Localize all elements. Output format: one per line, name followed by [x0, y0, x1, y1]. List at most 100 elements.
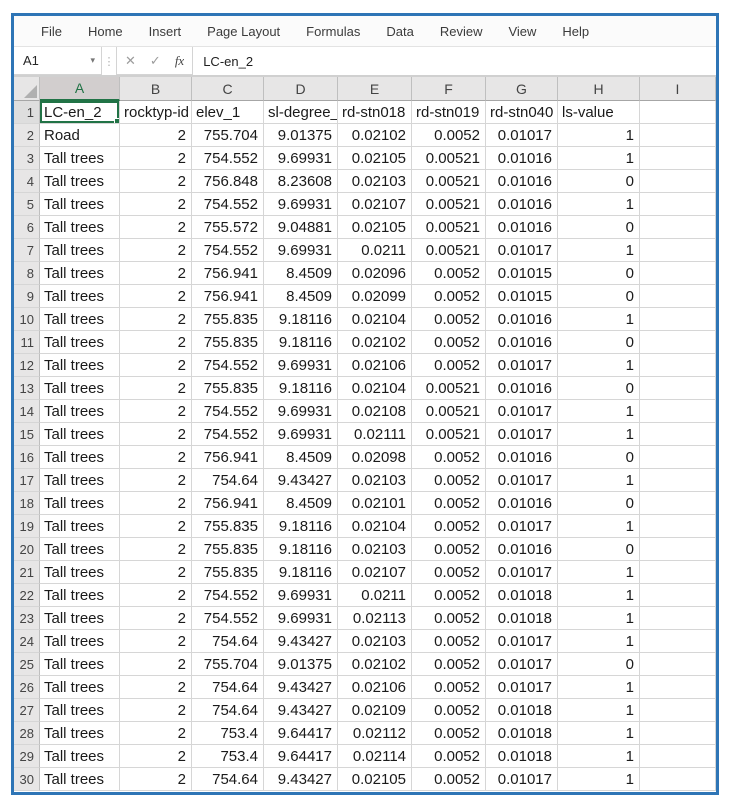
cell-C12[interactable]: 754.552 [192, 354, 264, 377]
cell-D6[interactable]: 9.04881 [264, 216, 338, 239]
cell-D9[interactable]: 8.4509 [264, 285, 338, 308]
cell-A5[interactable]: Tall trees [40, 193, 120, 216]
cell-E16[interactable]: 0.02098 [338, 446, 412, 469]
cell-B10[interactable]: 2 [120, 308, 192, 331]
cell-H19[interactable]: 1 [558, 515, 640, 538]
cell-C6[interactable]: 755.572 [192, 216, 264, 239]
cell-H28[interactable]: 1 [558, 722, 640, 745]
cell-D25[interactable]: 9.01375 [264, 653, 338, 676]
cell-G8[interactable]: 0.01015 [486, 262, 558, 285]
cell-A16[interactable]: Tall trees [40, 446, 120, 469]
row-header-26[interactable]: 26 [14, 676, 40, 699]
cell-I14[interactable] [640, 400, 716, 423]
cell-I7[interactable] [640, 239, 716, 262]
cell-F30[interactable]: 0.0052 [412, 768, 486, 791]
row-header-11[interactable]: 11 [14, 331, 40, 354]
cell-C16[interactable]: 756.941 [192, 446, 264, 469]
cell-F1[interactable]: rd-stn019 [412, 101, 486, 124]
cell-H29[interactable]: 1 [558, 745, 640, 768]
cell-H7[interactable]: 1 [558, 239, 640, 262]
cell-G26[interactable]: 0.01017 [486, 676, 558, 699]
cell-A3[interactable]: Tall trees [40, 147, 120, 170]
cell-E22[interactable]: 0.0211 [338, 584, 412, 607]
menu-tab-review[interactable]: Review [427, 24, 496, 39]
cell-F2[interactable]: 0.0052 [412, 124, 486, 147]
row-header-27[interactable]: 27 [14, 699, 40, 722]
cell-I24[interactable] [640, 630, 716, 653]
column-header-C[interactable]: C [192, 77, 264, 101]
cell-E25[interactable]: 0.02102 [338, 653, 412, 676]
cell-E3[interactable]: 0.02105 [338, 147, 412, 170]
cell-I30[interactable] [640, 768, 716, 791]
cell-E29[interactable]: 0.02114 [338, 745, 412, 768]
cell-H18[interactable]: 0 [558, 492, 640, 515]
cell-F6[interactable]: 0.00521 [412, 216, 486, 239]
cell-A23[interactable]: Tall trees [40, 607, 120, 630]
cell-C18[interactable]: 756.941 [192, 492, 264, 515]
cell-E9[interactable]: 0.02099 [338, 285, 412, 308]
cell-E6[interactable]: 0.02105 [338, 216, 412, 239]
row-header-28[interactable]: 28 [14, 722, 40, 745]
cell-G19[interactable]: 0.01017 [486, 515, 558, 538]
row-header-19[interactable]: 19 [14, 515, 40, 538]
cell-D10[interactable]: 9.18116 [264, 308, 338, 331]
cell-F22[interactable]: 0.0052 [412, 584, 486, 607]
cell-I18[interactable] [640, 492, 716, 515]
cell-D26[interactable]: 9.43427 [264, 676, 338, 699]
cell-G7[interactable]: 0.01017 [486, 239, 558, 262]
cell-E8[interactable]: 0.02096 [338, 262, 412, 285]
cell-I15[interactable] [640, 423, 716, 446]
cell-A2[interactable]: Road [40, 124, 120, 147]
cell-F12[interactable]: 0.0052 [412, 354, 486, 377]
cell-E19[interactable]: 0.02104 [338, 515, 412, 538]
cell-F14[interactable]: 0.00521 [412, 400, 486, 423]
column-header-F[interactable]: F [412, 77, 486, 101]
cell-I27[interactable] [640, 699, 716, 722]
column-header-A[interactable]: A [40, 77, 120, 101]
row-header-23[interactable]: 23 [14, 607, 40, 630]
cell-E11[interactable]: 0.02102 [338, 331, 412, 354]
cell-B17[interactable]: 2 [120, 469, 192, 492]
cell-C10[interactable]: 755.835 [192, 308, 264, 331]
cell-D17[interactable]: 9.43427 [264, 469, 338, 492]
cell-G24[interactable]: 0.01017 [486, 630, 558, 653]
cell-F3[interactable]: 0.00521 [412, 147, 486, 170]
cell-H4[interactable]: 0 [558, 170, 640, 193]
cell-H24[interactable]: 1 [558, 630, 640, 653]
menu-tab-insert[interactable]: Insert [136, 24, 195, 39]
row-header-18[interactable]: 18 [14, 492, 40, 515]
row-header-9[interactable]: 9 [14, 285, 40, 308]
cell-A28[interactable]: Tall trees [40, 722, 120, 745]
cell-C25[interactable]: 755.704 [192, 653, 264, 676]
cell-F10[interactable]: 0.0052 [412, 308, 486, 331]
cell-C27[interactable]: 754.64 [192, 699, 264, 722]
cell-F4[interactable]: 0.00521 [412, 170, 486, 193]
cell-G21[interactable]: 0.01017 [486, 561, 558, 584]
cell-I10[interactable] [640, 308, 716, 331]
column-header-B[interactable]: B [120, 77, 192, 101]
menu-tab-home[interactable]: Home [75, 24, 136, 39]
insert-function-icon[interactable]: fx [175, 53, 184, 69]
cell-F15[interactable]: 0.00521 [412, 423, 486, 446]
cell-E14[interactable]: 0.02108 [338, 400, 412, 423]
menu-tab-help[interactable]: Help [549, 24, 602, 39]
menu-tab-page-layout[interactable]: Page Layout [194, 24, 293, 39]
cell-G14[interactable]: 0.01017 [486, 400, 558, 423]
cell-E7[interactable]: 0.0211 [338, 239, 412, 262]
cell-A17[interactable]: Tall trees [40, 469, 120, 492]
cell-I8[interactable] [640, 262, 716, 285]
cell-B19[interactable]: 2 [120, 515, 192, 538]
cell-I28[interactable] [640, 722, 716, 745]
cell-F9[interactable]: 0.0052 [412, 285, 486, 308]
cell-D12[interactable]: 9.69931 [264, 354, 338, 377]
cell-G3[interactable]: 0.01016 [486, 147, 558, 170]
cell-H5[interactable]: 1 [558, 193, 640, 216]
cell-B21[interactable]: 2 [120, 561, 192, 584]
cell-C11[interactable]: 755.835 [192, 331, 264, 354]
cell-A1[interactable]: LC-en_2 [40, 101, 120, 124]
cell-E24[interactable]: 0.02103 [338, 630, 412, 653]
row-header-16[interactable]: 16 [14, 446, 40, 469]
cell-C14[interactable]: 754.552 [192, 400, 264, 423]
cell-E28[interactable]: 0.02112 [338, 722, 412, 745]
cell-E21[interactable]: 0.02107 [338, 561, 412, 584]
